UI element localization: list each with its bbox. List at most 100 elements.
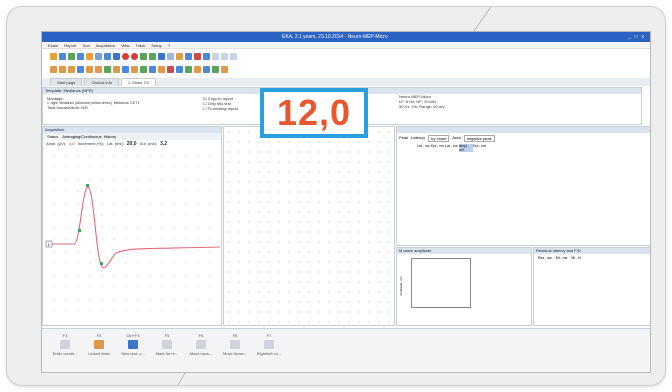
- onset-marker[interactable]: [78, 229, 81, 232]
- grid-dot: [173, 250, 175, 252]
- fkey-enter-conditions[interactable]: F3 Enter condit...: [50, 333, 80, 356]
- analysis-tool-icon[interactable]: [59, 65, 66, 73]
- menu-acquisition[interactable]: Acquisition: [96, 43, 115, 48]
- fkey-move-forward[interactable]: F8 Move forwa...: [220, 333, 250, 356]
- analysis-tool-icon[interactable]: [50, 65, 57, 73]
- zoom-icon[interactable]: [203, 52, 210, 60]
- analysis-tool-icon[interactable]: [176, 65, 183, 73]
- grid-dot: [173, 226, 175, 228]
- grid-dot: [149, 274, 151, 276]
- toolbar-main: [42, 50, 650, 62]
- analysis-tool-icon[interactable]: [167, 65, 174, 73]
- analysis-tool-icon[interactable]: [212, 65, 219, 73]
- grid-dot: [149, 154, 151, 156]
- grid-dot: [173, 154, 175, 156]
- menu-view[interactable]: View: [121, 43, 130, 48]
- menu-setup[interactable]: Setup: [151, 43, 161, 48]
- grid-dot: [125, 190, 127, 192]
- analysis-tool-icon[interactable]: [104, 65, 111, 73]
- report-icon[interactable]: [86, 52, 93, 60]
- analysis-tool-icon[interactable]: [131, 65, 138, 73]
- grid-dot: [185, 154, 187, 156]
- grid-dot: [53, 166, 55, 168]
- total-forearm: Total forearm/limb: N/R: [47, 105, 88, 110]
- grid-dot: [89, 286, 91, 288]
- grid-dot: [101, 154, 103, 156]
- fkey-mark-for-report[interactable]: F5 Mark for re...: [152, 333, 182, 356]
- peak-marker[interactable]: [86, 184, 89, 187]
- grid-dot: [65, 262, 67, 264]
- latency-select[interactable]: by onset: [428, 135, 450, 142]
- area-select[interactable]: negative peak: [463, 135, 495, 142]
- column-header: Res., ms: [538, 256, 552, 260]
- m-wave-title: M-wave amplitude: [397, 248, 531, 254]
- fkey-right-left-compare[interactable]: F7 Right/left co...: [254, 333, 284, 356]
- grid-dot: [101, 202, 103, 204]
- grid-dot: [185, 286, 187, 288]
- stimulus-icon[interactable]: [158, 52, 165, 60]
- menu-tool[interactable]: Tool: [82, 43, 89, 48]
- fkey-linked-tests[interactable]: F4 Linked tests: [84, 333, 114, 356]
- settings-icon[interactable]: [104, 52, 111, 60]
- analysis-tool-icon[interactable]: [95, 65, 102, 73]
- existing-report-checkbox[interactable]: ☐ To existing report: [203, 106, 263, 111]
- marker-icon[interactable]: [176, 52, 183, 60]
- analysis-tool-icon[interactable]: [203, 65, 210, 73]
- grid-dot: [209, 214, 211, 216]
- subtab-averaging[interactable]: Averaging/Continuous: [62, 134, 101, 139]
- menu-exam[interactable]: Exam: [48, 43, 58, 48]
- cursor-icon[interactable]: [185, 52, 192, 60]
- subtab-history[interactable]: History: [104, 134, 116, 139]
- analysis-tool-icon[interactable]: [140, 65, 147, 73]
- record-icon[interactable]: [122, 52, 129, 60]
- waveform-plot[interactable]: 1: [44, 149, 222, 319]
- close-button[interactable]: x: [642, 34, 645, 40]
- wave-icon[interactable]: [194, 52, 201, 60]
- mark-icon: [162, 340, 172, 349]
- analysis-tool-icon[interactable]: [185, 65, 192, 73]
- fkey-new-test[interactable]: Ctrl+F4 New test, c...: [118, 333, 148, 356]
- trough-marker[interactable]: [100, 262, 103, 265]
- analysis-tool-icon[interactable]: [158, 65, 165, 73]
- grid-dot: [125, 262, 127, 264]
- tab-clinical-info[interactable]: Clinical info: [84, 78, 119, 86]
- analysis-tool-icon[interactable]: [122, 65, 129, 73]
- maximize-button[interactable]: □: [634, 34, 637, 40]
- open-icon[interactable]: [59, 52, 66, 60]
- table-icon[interactable]: [95, 52, 102, 60]
- grid-dot: [65, 298, 67, 300]
- analysis-tool-icon[interactable]: [194, 65, 201, 73]
- grid-dot: [53, 286, 55, 288]
- grid-dot: [65, 154, 67, 156]
- print-icon[interactable]: [77, 52, 84, 60]
- analysis-tool-icon[interactable]: [221, 65, 228, 73]
- grid-dot: [77, 310, 79, 312]
- analysis-tool-icon[interactable]: [68, 65, 75, 73]
- analysis-tool-icon[interactable]: [149, 65, 156, 73]
- grid-dot: [161, 286, 163, 288]
- fkey-move-back[interactable]: F6 Move back...: [186, 333, 216, 356]
- analysis-tool-icon[interactable]: [77, 65, 84, 73]
- tab-motor-cv[interactable]: 1. Motor CV: [120, 78, 157, 86]
- grid-dot: [161, 250, 163, 252]
- play-icon[interactable]: [113, 52, 120, 60]
- grid-dot: [125, 178, 127, 180]
- step-icon[interactable]: [149, 52, 156, 60]
- subtab-status[interactable]: Status: [45, 134, 61, 139]
- save-icon[interactable]: [68, 52, 75, 60]
- grid-dot: [209, 178, 211, 180]
- grid-dot: [185, 262, 187, 264]
- new-exam-icon[interactable]: [50, 52, 57, 60]
- minimize-button[interactable]: _: [628, 34, 631, 40]
- monitor-icon[interactable]: [167, 52, 174, 60]
- pause-icon[interactable]: [140, 52, 147, 60]
- menu-help[interactable]: ?: [168, 43, 170, 48]
- menu-report[interactable]: Report: [64, 43, 76, 48]
- grid-dot: [89, 214, 91, 216]
- document-tabs: Start page Clinical info 1. Motor CV: [42, 78, 650, 86]
- tab-start-page[interactable]: Start page: [50, 78, 83, 86]
- analysis-tool-icon[interactable]: [86, 65, 93, 73]
- menu-track[interactable]: Track: [136, 43, 146, 48]
- analysis-tool-icon[interactable]: [113, 65, 120, 73]
- stop-icon[interactable]: [131, 52, 138, 60]
